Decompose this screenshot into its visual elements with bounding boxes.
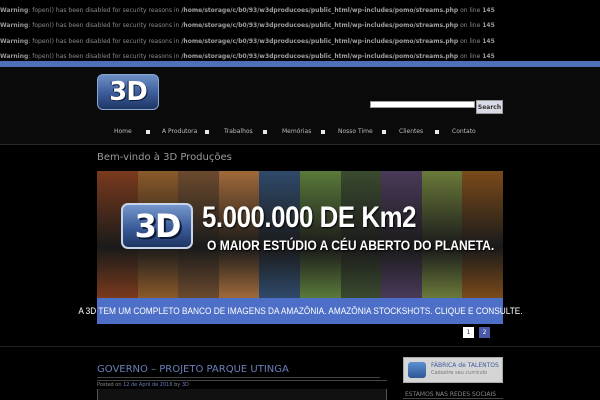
nav-separator bbox=[205, 130, 209, 134]
social-heading: ESTAMOS NAS REDES SOCIAIS bbox=[405, 391, 497, 398]
post-title[interactable]: GOVERNO – PROJETO PARQUE UTINGA bbox=[97, 364, 289, 375]
warning-message: : fopen() has been disabled for security… bbox=[28, 22, 182, 29]
banner-caption-text: A 3D TEM UM COMPLETO BANCO DE IMAGENS DA… bbox=[77, 306, 523, 316]
warning-line-text: on line bbox=[458, 53, 483, 60]
nav-item-memorias[interactable]: Memórias bbox=[282, 128, 311, 135]
warning-line: Warning: fopen() has been disabled for s… bbox=[0, 53, 495, 61]
hero-banner[interactable]: 3D 5.000.000 DE Km2 O MAIOR ESTÚDIO A CÉ… bbox=[97, 171, 503, 298]
banner-logo-text: 3D bbox=[134, 207, 182, 245]
nav-item-clientes[interactable]: Clientes bbox=[399, 128, 423, 135]
warning-path: /home/storage/c/b0/93/w3dproducoes/publi… bbox=[181, 22, 459, 29]
warning-line: Warning: fopen() has been disabled for s… bbox=[0, 38, 495, 46]
banner-logo: 3D bbox=[121, 203, 193, 249]
social-rule bbox=[403, 398, 503, 399]
banner-overlay: 3D 5.000.000 DE Km2 O MAIOR ESTÚDIO A CÉ… bbox=[97, 171, 503, 298]
post-author-link[interactable]: 3D bbox=[182, 382, 189, 388]
talent-icon bbox=[408, 362, 426, 378]
site-logo[interactable]: 3D bbox=[97, 74, 159, 110]
warning-line: Warning: fopen() has been disabled for s… bbox=[0, 22, 495, 30]
warning-line-text: on line bbox=[458, 38, 483, 45]
nav-item-nosso-time[interactable]: Nosso Time bbox=[338, 128, 373, 135]
post-title-rule bbox=[97, 380, 387, 381]
nav-separator bbox=[321, 130, 325, 134]
warning-message: : fopen() has been disabled for security… bbox=[28, 53, 182, 60]
nav-separator bbox=[146, 130, 150, 134]
nav-separator bbox=[382, 130, 386, 134]
post-body bbox=[97, 389, 387, 400]
nav-divider bbox=[0, 144, 600, 145]
warning-line-number: 145 bbox=[482, 7, 495, 14]
warning-message: : fopen() has been disabled for security… bbox=[28, 38, 182, 45]
content-divider bbox=[0, 346, 600, 347]
post-date-link[interactable]: 12 de April de 2016 bbox=[123, 382, 172, 388]
nav-item-contato[interactable]: Contato bbox=[452, 128, 476, 135]
page-title: Bem-vindo à 3D Produções bbox=[97, 152, 232, 163]
widget-title: FÁBRICA de TALENTOS bbox=[431, 362, 499, 369]
main-nav: Home A Produtora Trabalhos Memórias Noss… bbox=[97, 128, 503, 138]
banner-caption[interactable]: A 3D TEM UM COMPLETO BANCO DE IMAGENS DA… bbox=[78, 298, 522, 324]
warning-label: Warning bbox=[0, 38, 29, 45]
talent-widget[interactable]: FÁBRICA de TALENTOS Cadastre seu currícu… bbox=[403, 357, 503, 383]
nav-separator bbox=[435, 130, 439, 134]
warning-path: /home/storage/c/b0/93/w3dproducoes/publi… bbox=[181, 7, 459, 14]
slider-page-1[interactable]: 1 bbox=[463, 327, 474, 338]
by-label: by bbox=[172, 382, 182, 388]
warning-label: Warning bbox=[0, 53, 29, 60]
widget-subtitle: Cadastre seu currículo bbox=[431, 370, 488, 376]
nav-item-trabalhos[interactable]: Trabalhos bbox=[224, 128, 253, 135]
warning-line: Warning: fopen() has been disabled for s… bbox=[0, 7, 495, 15]
post-meta: Posted on 12 de April de 2016 by 3D bbox=[97, 382, 189, 388]
warning-line-number: 145 bbox=[482, 38, 495, 45]
banner-headline: 5.000.000 DE Km2 bbox=[202, 201, 417, 234]
search-input[interactable] bbox=[370, 101, 475, 108]
logo-text: 3D bbox=[109, 77, 148, 107]
warning-label: Warning bbox=[0, 22, 29, 29]
warning-line-text: on line bbox=[458, 7, 483, 14]
warning-line-text: on line bbox=[458, 22, 483, 29]
nav-separator bbox=[263, 130, 267, 134]
warning-path: /home/storage/c/b0/93/w3dproducoes/publi… bbox=[181, 53, 459, 60]
post-title-rule bbox=[97, 377, 380, 378]
warning-label: Warning bbox=[0, 7, 29, 14]
search-button[interactable]: Search bbox=[476, 100, 503, 114]
posted-on-label: Posted on bbox=[97, 382, 124, 388]
warning-path: /home/storage/c/b0/93/w3dproducoes/publi… bbox=[181, 38, 459, 45]
slider-page-2[interactable]: 2 bbox=[479, 327, 490, 338]
warning-message: : fopen() has been disabled for security… bbox=[28, 7, 182, 14]
nav-item-a-produtora[interactable]: A Produtora bbox=[162, 128, 197, 135]
warning-line-number: 145 bbox=[482, 53, 495, 60]
nav-item-home[interactable]: Home bbox=[114, 128, 132, 135]
banner-subheadline: O MAIOR ESTÚDIO A CÉU ABERTO DO PLANETA. bbox=[207, 237, 495, 253]
warning-line-number: 145 bbox=[482, 22, 495, 29]
